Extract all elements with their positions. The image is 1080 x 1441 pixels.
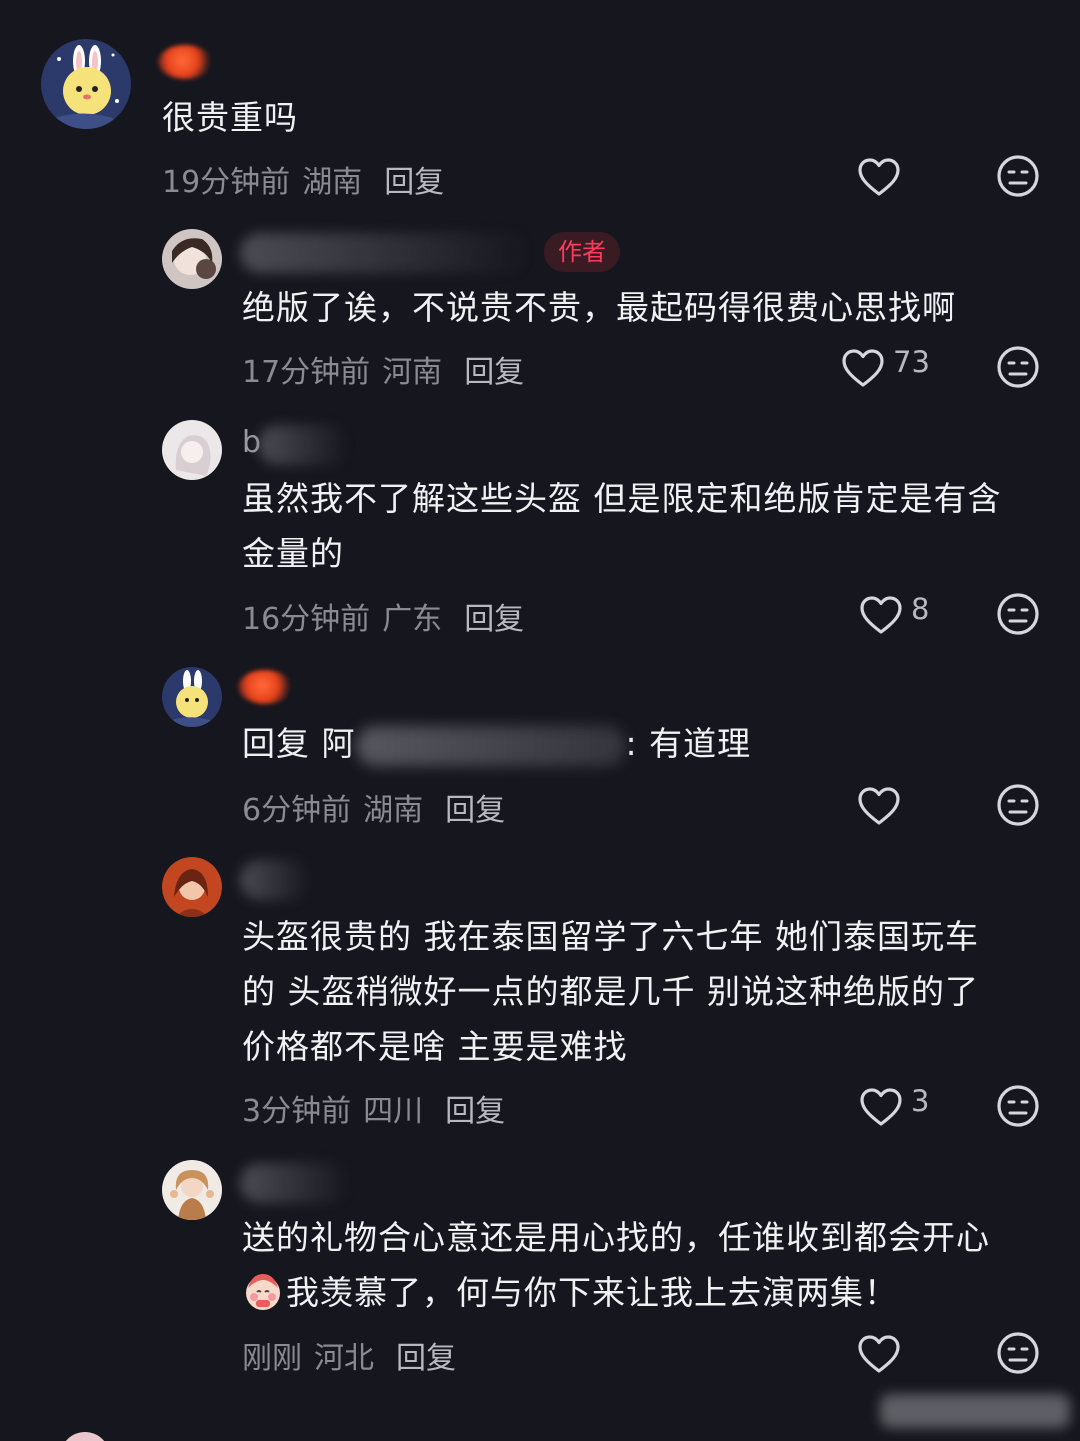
comment-time: 16分钟前 [242,602,371,637]
avatar[interactable] [162,229,222,289]
heart-outline-icon [860,1088,902,1126]
username-emoji [238,670,292,704]
comment-text: 我羡慕了，何与你下来让我上去演两集！ [286,1273,898,1312]
shy-face-emoji-icon [242,1270,284,1312]
dislike-button[interactable] [996,154,1040,198]
comment-location: 四川 [363,1094,424,1129]
comment-time: 17分钟前 [242,355,371,390]
heart-outline-icon [842,349,884,387]
like-count: 8 [911,592,930,626]
comment-meta: 16分钟前 广东 回复 [242,594,524,638]
reply-prefix: 回复 阿 [242,724,356,763]
dislike-button[interactable] [996,1084,1040,1128]
like-button[interactable] [857,783,901,829]
avatar[interactable] [162,420,222,480]
username-blurred[interactable] [240,860,310,900]
meh-face-icon [997,1332,1039,1374]
comment-text: 很贵重吗 [162,98,298,137]
reply-button[interactable]: 回复 [445,793,505,828]
reply-button[interactable]: 回复 [396,1341,456,1376]
meh-face-icon [997,1085,1039,1127]
comment-time: 3分钟前 [242,1094,352,1129]
like-button[interactable]: 3 [859,1084,929,1130]
avatar[interactable] [162,1160,222,1220]
heart-outline-icon [860,596,902,634]
comment-location: 河北 [314,1341,374,1376]
avatar[interactable] [41,39,131,129]
username-emoji [158,45,212,79]
comment-text-line: 金量的 [242,534,344,573]
comment-text: 回复 阿 : 有道理 [242,716,751,771]
comment-list: 很贵重吗 19分钟前 湖南 回复 作者 绝版了诶，不说贵不贵，最起码得很费心思找啊 … [0,0,1080,1441]
dislike-button[interactable] [996,783,1040,827]
comment-time: 6分钟前 [242,793,352,828]
username-blurred[interactable] [240,233,530,273]
comment-text-line: 我羡慕了，何与你下来让我上去演两集！ [242,1265,898,1320]
next-comment-avatar[interactable] [60,1432,110,1441]
avatar[interactable] [162,667,222,727]
like-count: 73 [893,345,930,379]
username-blurred [258,425,348,465]
comment-text-line: 的 头盔稍微好一点的都是几千 别说这种绝版的了 [242,972,979,1011]
comment-meta: 17分钟前 河南 回复 [242,347,524,391]
heart-outline-icon [858,158,900,196]
comment-text-line: 价格都不是啥 主要是难找 [242,1027,628,1066]
avatar[interactable] [162,857,222,917]
comment-meta: 19分钟前 湖南 回复 [162,157,444,201]
reply-button[interactable]: 回复 [445,1094,505,1129]
comment-text-line: 头盔很贵的 我在泰国留学了六七年 她们泰国玩车 [242,917,979,956]
meh-face-icon [997,593,1039,635]
like-count: 3 [911,1084,930,1118]
comment-location: 河南 [382,355,443,390]
like-button[interactable]: 8 [859,592,929,638]
like-button[interactable]: 73 [841,345,930,391]
reply-button[interactable]: 回复 [464,355,524,390]
watermark [880,1394,1070,1428]
comment-meta: 刚刚 河北 回复 [242,1333,456,1377]
comment-meta: 6分钟前 湖南 回复 [242,785,505,829]
reply-button[interactable]: 回复 [384,165,444,200]
meh-face-icon [997,784,1039,826]
like-button[interactable] [857,1331,901,1377]
dislike-button[interactable] [996,592,1040,636]
comment-time: 19分钟前 [162,165,291,200]
heart-outline-icon [858,1335,900,1373]
comment-location: 广东 [382,602,443,637]
like-button[interactable] [857,154,901,200]
dislike-button[interactable] [996,1331,1040,1375]
comment-location: 湖南 [302,165,363,200]
dislike-button[interactable] [996,345,1040,389]
comment-text: 绝版了诶，不说贵不贵，最起码得很费心思找啊 [242,288,956,327]
meh-face-icon [997,346,1039,388]
username-blurred[interactable] [240,1163,350,1203]
reply-suffix: : 有道理 [625,724,752,763]
author-badge: 作者 [544,232,620,272]
heart-outline-icon [858,787,900,825]
mentioned-username-blurred[interactable] [355,725,626,766]
comment-meta: 3分钟前 四川 回复 [242,1086,505,1130]
meh-face-icon [997,155,1039,197]
reply-button[interactable]: 回复 [464,602,524,637]
comment-text-line: 虽然我不了解这些头盔 但是限定和绝版肯定是有含 [242,479,1002,518]
comment-text-line: 送的礼物合心意还是用心找的，任谁收到都会开心 [242,1218,990,1257]
comment-time: 刚刚 [242,1341,302,1376]
comment-location: 湖南 [363,793,424,828]
